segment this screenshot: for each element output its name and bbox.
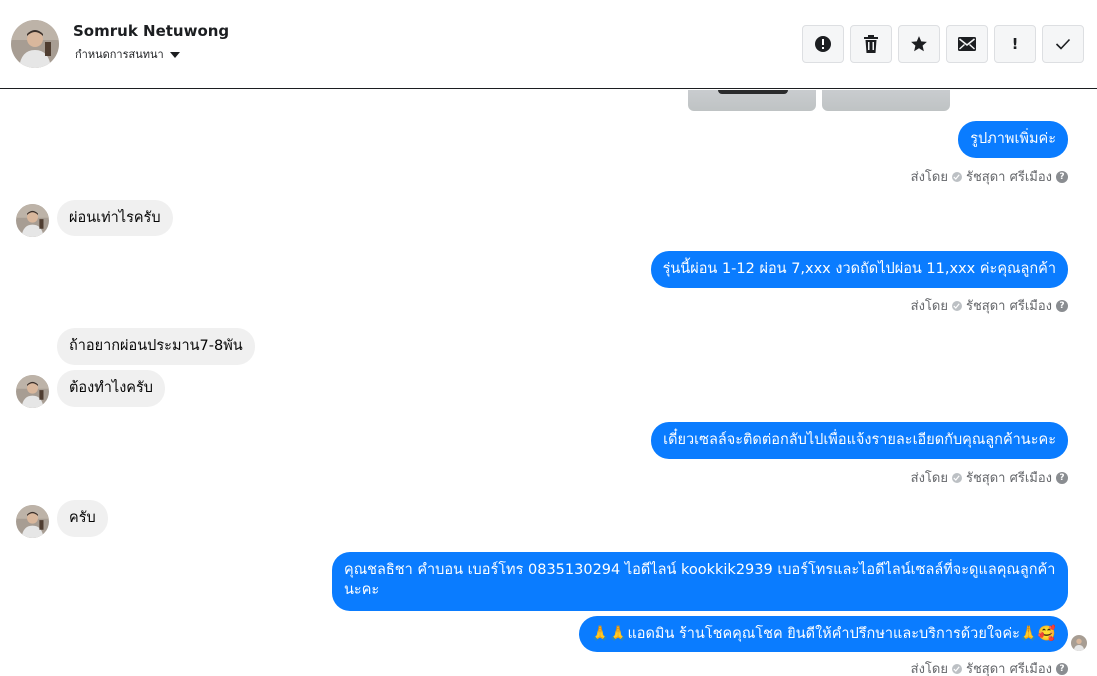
message-bubble-incoming[interactable]: ถ้าอยากผ่อนประมาน7-8พัน [57,328,255,365]
verified-check-icon [951,663,962,674]
image-attachment[interactable] [822,90,950,111]
verified-check-icon [951,300,962,311]
star-button[interactable] [898,25,940,63]
message-bubble-outgoing[interactable]: รูปภาพเพิ่มค่ะ [958,121,1068,158]
sent-by-label: ส่งโดย รัชสุดา ศรีเมือง ? [911,295,1068,316]
mark-important-button[interactable]: ! [994,25,1036,63]
done-button[interactable] [1042,25,1084,63]
verified-check-icon [951,472,962,483]
contact-name[interactable]: Somruk Netuwong [73,22,229,40]
alert-circle-icon [815,36,831,52]
sent-by-label: ส่งโดย รัชสุดา ศรีเมือง ? [911,658,1068,676]
conversation-settings-label: กำหนดการสนทนา [75,48,164,61]
sent-by-agent[interactable]: รัชสุดา ศรีเมือง [966,166,1052,187]
message-bubble-outgoing[interactable]: รุ่นนี้ผ่อน 1-12 ผ่อน 7,xxx งวดถัดไปผ่อน… [650,251,1068,288]
image-attachment-dark-area [718,90,788,94]
contact-avatar-small[interactable] [16,204,49,237]
message-bubble-outgoing[interactable]: 🙏🙏แอดมิน ร้านโชคคุณโชค ยินดีให้คำปรึกษาแ… [579,616,1068,652]
sent-by-prefix: ส่งโดย [910,471,948,486]
sent-by-agent[interactable]: รัชสุดา ศรีเมือง [966,658,1052,676]
help-icon[interactable]: ? [1056,170,1068,183]
sent-by-label: ส่งโดย รัชสุดา ศรีเมือง ? [911,467,1068,488]
contact-avatar-small[interactable] [16,505,49,538]
help-icon[interactable]: ? [1056,471,1068,484]
delete-button[interactable] [850,25,892,63]
action-toolbar: ! [802,25,1084,63]
help-icon[interactable]: ? [1056,299,1068,312]
sent-by-agent[interactable]: รัชสุดา ศรีเมือง [966,295,1052,316]
sent-by-prefix: ส่งโดย [910,299,948,314]
sent-by-label: ส่งโดย รัชสุดา ศรีเมือง ? [911,166,1068,187]
mark-unread-button[interactable] [946,25,988,63]
contact-avatar-small[interactable] [16,375,49,408]
sent-by-prefix: ส่งโดย [910,170,948,185]
trash-icon [864,35,878,53]
message-bubble-incoming[interactable]: ต้องทำไงครับ [57,370,165,407]
report-button[interactable] [802,25,844,63]
sent-by-prefix: ส่งโดย [910,662,948,676]
envelope-icon [958,37,976,51]
verified-check-icon [951,171,962,182]
checkmark-icon [1055,38,1071,50]
message-bubble-incoming[interactable]: ผ่อนเท่าไรครับ [57,200,173,236]
exclamation-icon: ! [1011,35,1019,53]
caret-down-icon [169,51,180,58]
message-thread[interactable]: รูปภาพเพิ่มค่ะ ส่งโดย รัชสุดา ศรีเมือง ?… [0,90,1097,676]
message-bubble-incoming[interactable]: ครับ [57,500,108,537]
conversation-settings-dropdown[interactable]: กำหนดการสนทนา [75,45,180,63]
message-bubble-outgoing[interactable]: เดี๋ยวเซลล์จะติดต่อกลับไปเพื่อแจ้งรายละเ… [651,422,1068,459]
star-icon [911,36,927,52]
seen-avatar [1071,635,1087,651]
contact-avatar[interactable] [11,20,59,68]
conversation-header: Somruk Netuwong กำหนดการสนทนา ! [0,0,1097,89]
message-bubble-outgoing[interactable]: คุณชลธิชา คำบอน เบอร์โทร 0835130294 ไอดี… [332,552,1068,611]
image-attachment[interactable] [688,90,816,111]
sent-by-agent[interactable]: รัชสุดา ศรีเมือง [966,467,1052,488]
help-icon[interactable]: ? [1056,662,1068,675]
